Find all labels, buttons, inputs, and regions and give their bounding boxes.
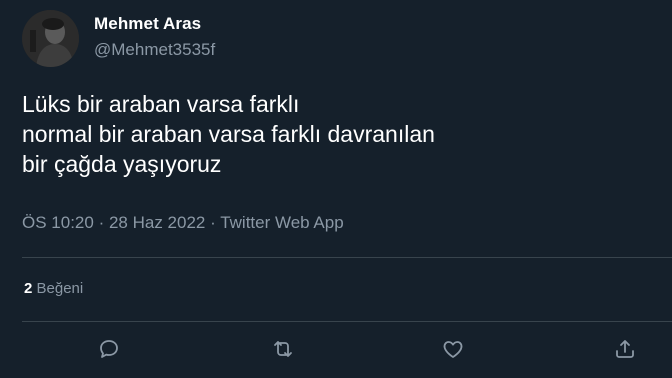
display-name[interactable]: Mehmet Aras [94,14,201,34]
tweet-text-line: normal bir araban varsa farklı davranıla… [22,121,435,147]
tweet-text: Lüks bir araban varsa farklı normal bir … [22,89,642,179]
tweet-time[interactable]: ÖS 10:20 [22,213,94,232]
tweet-source[interactable]: Twitter Web App [220,213,343,232]
share-button[interactable] [612,336,638,362]
avatar[interactable] [22,10,79,67]
tweet-date[interactable]: 28 Haz 2022 [109,213,205,232]
tweet-text-line: Lüks bir araban varsa farklı [22,91,300,117]
user-handle[interactable]: @Mehmet3535f [94,40,215,60]
avatar-photo [22,10,79,67]
retweet-button[interactable] [270,336,296,362]
meta-separator: · [98,213,105,232]
tweet-meta: ÖS 10:20 · 28 Haz 2022 · Twitter Web App [22,213,344,233]
share-icon [616,340,634,358]
meta-separator: · [210,213,216,232]
divider [22,257,672,258]
likes-count: 2 [24,280,33,297]
like-button[interactable] [440,336,466,362]
reply-button[interactable] [96,336,122,362]
retweet-icon [274,341,292,357]
likes-label: Beğeni [36,280,84,297]
likes-stat[interactable]: 2 Beğeni [24,280,83,297]
divider [22,321,672,322]
tweet-card: Mehmet Aras @Mehmet3535f Lüks bir araban… [0,0,672,378]
like-icon [443,341,463,358]
tweet-text-line: bir çağda yaşıyoruz [22,151,222,177]
reply-icon [100,340,118,358]
